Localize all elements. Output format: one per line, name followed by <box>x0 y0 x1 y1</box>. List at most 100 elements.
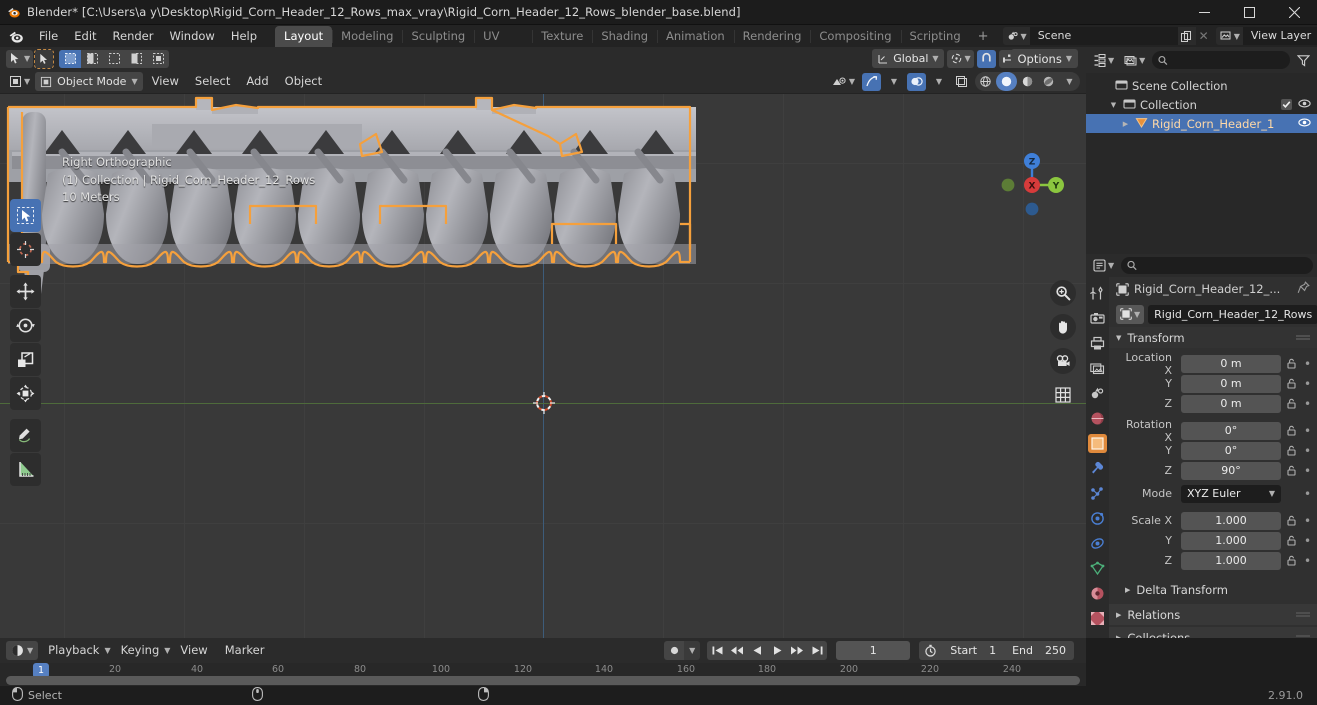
outliner-filter-icon[interactable] <box>1294 51 1313 69</box>
viewport-menu-select[interactable]: Select <box>188 72 237 91</box>
select-new-icon[interactable] <box>59 49 82 68</box>
select-intersect-icon[interactable] <box>147 50 169 68</box>
animate-property-icon[interactable]: • <box>1302 424 1313 438</box>
lock-icon[interactable] <box>1285 535 1298 546</box>
zoom-icon[interactable] <box>1050 280 1076 306</box>
location-y-field[interactable]: 0 m <box>1181 374 1281 393</box>
eye-icon[interactable] <box>1298 97 1311 113</box>
render-tab[interactable] <box>1088 309 1107 328</box>
minimize-icon[interactable] <box>1182 0 1227 25</box>
timeline-scrollbar[interactable] <box>6 676 1080 685</box>
annotate-tool[interactable] <box>10 419 41 452</box>
tab-texture-paint[interactable]: Texture Paint <box>532 26 592 64</box>
move-tool[interactable] <box>10 275 41 308</box>
jump-start-icon[interactable] <box>707 641 727 660</box>
tab-scripting[interactable]: Scripting <box>900 26 970 47</box>
next-keyframe-icon[interactable] <box>787 641 807 660</box>
shading-rendered-icon[interactable] <box>1038 72 1059 91</box>
tab-rendering[interactable]: Rendering <box>733 26 811 47</box>
overlays-options-selector[interactable]: ▼ <box>930 73 948 91</box>
transform-orientation-selector[interactable]: Global ▼ <box>872 49 944 68</box>
select-extend-icon[interactable] <box>81 50 103 68</box>
menu-window[interactable]: Window <box>161 26 222 46</box>
grid-ortho-icon[interactable] <box>1050 382 1076 408</box>
object-tab[interactable] <box>1088 434 1107 453</box>
tab-sculpting[interactable]: Sculpting <box>402 26 474 47</box>
constraints-tab[interactable] <box>1088 534 1107 553</box>
current-frame-field[interactable]: 1 <box>836 641 911 660</box>
lock-icon[interactable] <box>1285 358 1298 369</box>
snap-magnet-icon[interactable] <box>976 49 996 68</box>
timeline-menu-view[interactable]: View <box>173 641 214 660</box>
eye-icon[interactable] <box>1298 116 1311 132</box>
viewport-canvas[interactable]: Right Orthographic (1) Collection | Rigi… <box>0 94 1086 638</box>
transform-panel-header[interactable]: ▼ Transform <box>1109 327 1317 348</box>
view-layer-name-field[interactable]: View Layer <box>1242 27 1317 45</box>
start-frame-field[interactable]: Start 1 <box>942 641 1004 660</box>
tab-uv-editing[interactable]: UV Editing <box>474 26 532 64</box>
scale-tool[interactable] <box>10 343 41 376</box>
timeline-editor-type-icon[interactable]: ▼ <box>6 641 39 660</box>
properties-search-field[interactable] <box>1141 259 1307 272</box>
physics-tab[interactable] <box>1088 509 1107 528</box>
tab-shading[interactable]: Shading <box>592 26 657 47</box>
overlays-toggle[interactable] <box>907 72 926 91</box>
lock-icon[interactable] <box>1285 465 1298 476</box>
lock-icon[interactable] <box>1285 425 1298 436</box>
camera-icon[interactable] <box>1050 348 1076 374</box>
modifier-tab[interactable] <box>1088 459 1107 478</box>
select-invert-icon[interactable] <box>125 50 147 68</box>
viewport-menu-add[interactable]: Add <box>239 72 275 91</box>
maximize-icon[interactable] <box>1227 0 1272 25</box>
collapse-triangle-icon[interactable]: ▼ <box>1108 101 1119 109</box>
texture-tab[interactable] <box>1088 609 1107 628</box>
gizmo-toggle[interactable] <box>862 72 881 91</box>
play-reverse-icon[interactable] <box>747 641 767 660</box>
auto-keying-options[interactable]: ▼ <box>684 641 701 660</box>
outliner-display-mode-icon[interactable]: ▼ <box>1121 51 1148 69</box>
location-x-field[interactable]: 0 m <box>1181 354 1281 373</box>
scale-y-field[interactable]: 1.000 <box>1181 531 1281 550</box>
scene-tab[interactable] <box>1088 384 1107 403</box>
outliner-search-input[interactable] <box>1152 51 1290 69</box>
select-subtract-icon[interactable] <box>103 50 125 68</box>
menu-edit[interactable]: Edit <box>66 26 104 46</box>
unlink-scene-icon[interactable]: ✕ <box>1196 27 1212 45</box>
menu-file[interactable]: File <box>31 26 66 46</box>
pan-hand-icon[interactable] <box>1050 314 1076 340</box>
timeline-ruler[interactable]: 20 40 60 80 100 120 140 160 180 200 220 … <box>0 663 1086 686</box>
material-tab[interactable] <box>1088 584 1107 603</box>
tab-compositing[interactable]: Compositing <box>810 26 900 47</box>
cursor-tool[interactable] <box>10 233 41 266</box>
viewport-menu-object[interactable]: Object <box>278 72 329 91</box>
data-tab[interactable] <box>1088 559 1107 578</box>
timeline-menu-keying[interactable]: Keying <box>114 641 167 660</box>
view-layer-icon[interactable]: ▼ <box>1215 27 1243 45</box>
xray-toggle[interactable] <box>952 73 971 91</box>
animate-property-icon[interactable]: • <box>1302 554 1313 568</box>
close-icon[interactable] <box>1272 0 1317 25</box>
rotate-tool[interactable] <box>10 309 41 342</box>
active-tool-icon[interactable]: ▼ <box>6 49 34 68</box>
play-icon[interactable] <box>767 641 787 660</box>
properties-editor-type-icon[interactable]: ▼ <box>1090 257 1117 275</box>
animate-property-icon[interactable]: • <box>1302 514 1313 528</box>
properties-search-input[interactable] <box>1121 257 1313 274</box>
shading-solid-icon[interactable] <box>996 72 1017 91</box>
animate-property-icon[interactable]: • <box>1302 397 1313 411</box>
tab-animation[interactable]: Animation <box>657 26 734 47</box>
lock-icon[interactable] <box>1285 515 1298 526</box>
blender-menu-icon[interactable] <box>8 28 25 45</box>
lock-icon[interactable] <box>1285 445 1298 456</box>
animate-property-icon[interactable]: • <box>1302 534 1313 548</box>
location-z-field[interactable]: 0 m <box>1181 394 1281 413</box>
timeline-menu-marker[interactable]: Marker <box>218 641 272 660</box>
animate-property-icon[interactable]: • <box>1302 487 1313 501</box>
menu-render[interactable]: Render <box>105 26 162 46</box>
transform-tool[interactable] <box>10 377 41 410</box>
jump-end-icon[interactable] <box>807 641 827 660</box>
shading-options-selector[interactable]: ▼ <box>1059 72 1080 91</box>
rotation-x-field[interactable]: 0° <box>1181 421 1281 440</box>
shading-material-icon[interactable] <box>1017 72 1038 91</box>
menu-help[interactable]: Help <box>223 26 265 46</box>
